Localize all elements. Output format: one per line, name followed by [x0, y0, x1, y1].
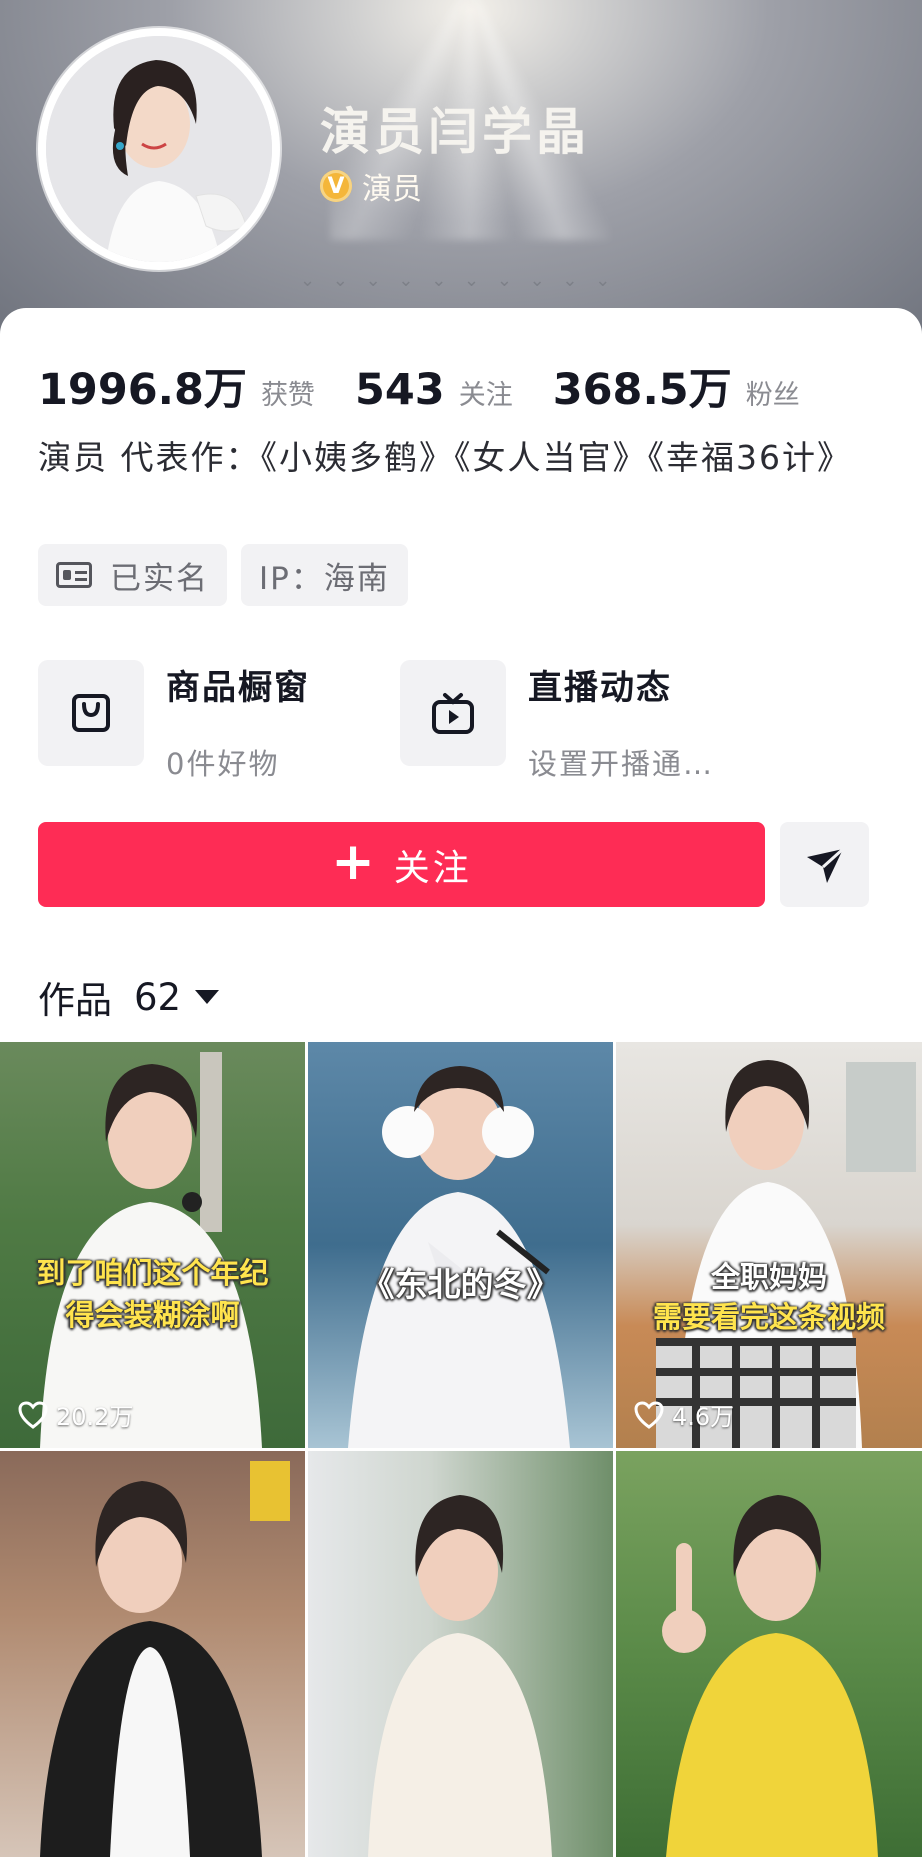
heart-icon: [18, 1400, 48, 1429]
video-thumbnail[interactable]: 全职妈妈 需要看完这条视频 4.6万: [616, 1042, 922, 1448]
live-title: 直播动态: [528, 668, 672, 708]
shop-window-sub: 0件好物: [166, 747, 280, 781]
shopping-bag-icon: [38, 660, 144, 766]
caption-line-1: 全职妈妈: [710, 1260, 827, 1294]
person-figure: [40, 1461, 290, 1857]
caption-line-2: 需要看完这条视频: [652, 1300, 885, 1334]
video-thumbnail[interactable]: 《东北的冬》: [308, 1042, 613, 1448]
works-count: 62: [134, 975, 182, 1019]
share-button[interactable]: [780, 822, 869, 907]
send-icon: [806, 847, 844, 883]
video-thumbnail[interactable]: [308, 1451, 613, 1857]
likes-label[interactable]: 获赞: [261, 373, 315, 412]
video-caption: 《东北的冬》: [361, 1265, 560, 1304]
heart-icon: [634, 1400, 664, 1429]
live-entry[interactable]: 直播动态 设置开播通…: [400, 660, 762, 783]
video-grid: 到了咱们这个年纪 得会装糊涂啊 20.2万 《东北的冬》 全职妈妈 需要看完这条…: [0, 1042, 922, 1857]
caption-line-2: 得会装糊涂啊: [65, 1298, 240, 1332]
shop-window-entry[interactable]: 商品橱窗 0件好物: [38, 660, 400, 783]
person-figure: [656, 1060, 916, 1448]
profile-name: 演员闫学晶: [320, 103, 590, 161]
tag-row: 已实名 IP：海南: [38, 544, 408, 606]
shop-window-title: 商品橱窗: [166, 668, 310, 708]
person-figure: [368, 1495, 552, 1857]
person-figure: [662, 1495, 878, 1857]
followers-count[interactable]: 368.5万: [553, 355, 732, 417]
likes-count-text: 4.6万: [672, 1403, 735, 1431]
follow-label: 关注: [393, 847, 472, 889]
id-card-icon: [56, 562, 92, 588]
birds-decoration: ⌄ ⌄ ⌄ ⌄ ⌄ ⌄ ⌄ ⌄ ⌄ ⌄: [300, 270, 617, 291]
video-thumbnail[interactable]: [0, 1451, 305, 1857]
follow-button[interactable]: + 关注: [38, 822, 765, 907]
feature-row: 商品橱窗 0件好物 直播动态 设置开播通…: [38, 660, 762, 783]
followers-label[interactable]: 粉丝: [746, 373, 800, 412]
avatar-portrait: [46, 36, 272, 262]
stats-row: 1996.8万 获赞 543 关注 368.5万 粉丝: [38, 355, 800, 417]
verified-label: 演员: [362, 172, 422, 207]
tv-icon: [400, 660, 506, 766]
works-label: 作品: [38, 979, 112, 1022]
works-tab[interactable]: 作品 62: [38, 970, 220, 1024]
likes-count[interactable]: 1996.8万: [38, 355, 247, 417]
caption-line-1: 到了咱们这个年纪: [36, 1256, 269, 1290]
ip-tag: IP：海南: [241, 544, 408, 606]
video-thumbnail[interactable]: 到了咱们这个年纪 得会装糊涂啊 20.2万: [0, 1042, 305, 1448]
realname-label: 已实名: [110, 560, 209, 597]
live-sub: 设置开播通…: [528, 747, 715, 781]
person-figure: [348, 1066, 570, 1448]
likes-count-text: 20.2万: [56, 1403, 134, 1431]
avatar[interactable]: [46, 36, 272, 262]
bio-text: 演员 代表作：《小姨多鹤》《女人当官》《幸福36计》: [38, 438, 852, 477]
following-label[interactable]: 关注: [459, 373, 513, 412]
video-thumbnail[interactable]: [616, 1451, 922, 1857]
verification: V 演员: [320, 164, 422, 208]
verified-badge-icon: V: [320, 170, 352, 202]
ip-label: IP：海南: [259, 560, 390, 597]
realname-tag[interactable]: 已实名: [38, 544, 227, 606]
video-caption: 全职妈妈 需要看完这条视频: [616, 1257, 922, 1337]
video-likes: 4.6万: [634, 1397, 734, 1432]
video-caption: 到了咱们这个年纪 得会装糊涂啊: [0, 1252, 305, 1336]
plus-icon: +: [331, 831, 378, 892]
following-count[interactable]: 543: [355, 365, 445, 415]
video-likes: 20.2万: [18, 1397, 133, 1432]
dropdown-triangle-icon: [195, 990, 220, 1004]
person-figure: [40, 1052, 262, 1448]
